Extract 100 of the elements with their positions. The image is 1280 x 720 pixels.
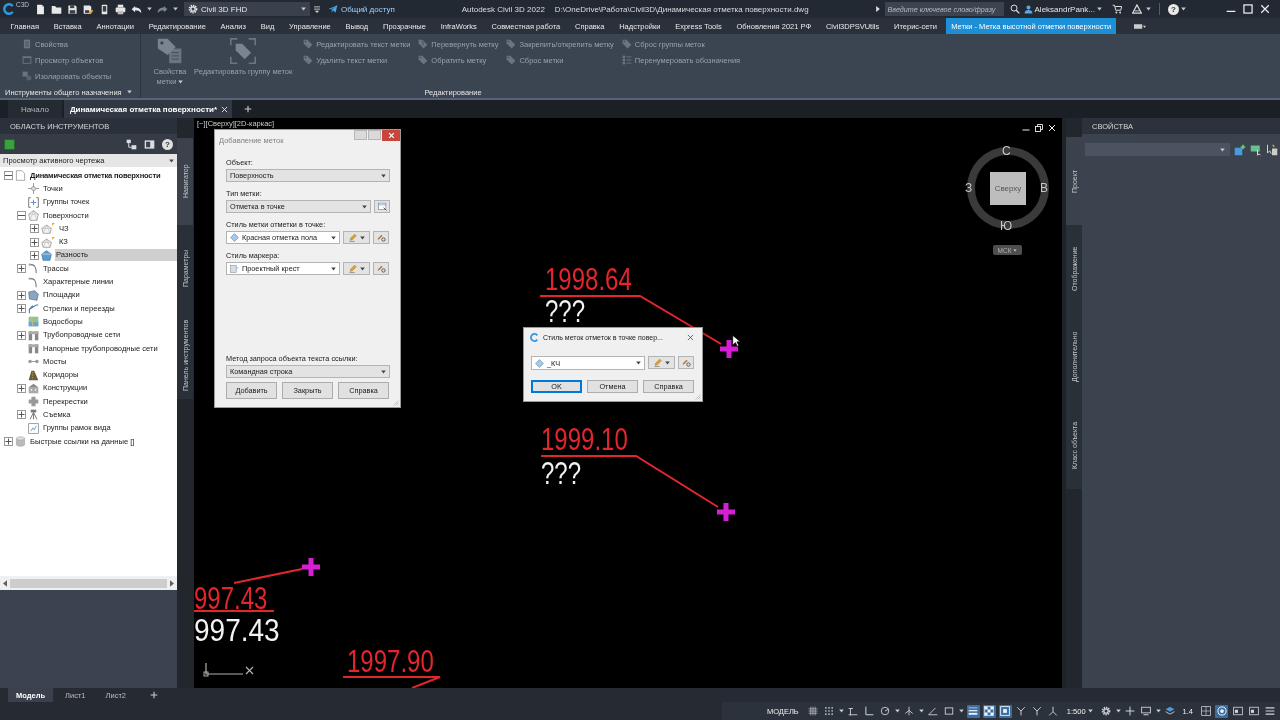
share-button[interactable]: Общий доступ bbox=[328, 4, 395, 14]
expand-toggle[interactable] bbox=[30, 250, 39, 260]
status-toggle[interactable] bbox=[902, 704, 916, 718]
panel-toggle-icon[interactable] bbox=[1134, 21, 1147, 31]
viewcube-face[interactable]: Сверху bbox=[990, 172, 1026, 205]
horizontal-scrollbar[interactable] bbox=[0, 576, 177, 590]
expand-toggle[interactable] bbox=[17, 330, 26, 340]
status-toggle[interactable] bbox=[1215, 704, 1228, 718]
maximize-icon[interactable] bbox=[1243, 4, 1253, 14]
caret-icon[interactable] bbox=[838, 709, 844, 713]
rectangle-cursor-icon[interactable] bbox=[1250, 143, 1262, 156]
tag-icon bbox=[621, 39, 632, 49]
plus-icon[interactable] bbox=[150, 691, 158, 699]
phone-icon[interactable] bbox=[99, 3, 110, 15]
expand-toggle[interactable] bbox=[17, 290, 26, 300]
expand-toggle[interactable] bbox=[30, 224, 39, 234]
status-toggle[interactable] bbox=[1199, 704, 1212, 718]
shapes-icon bbox=[22, 71, 32, 81]
print-icon[interactable] bbox=[115, 3, 126, 15]
caret-icon[interactable] bbox=[1146, 7, 1151, 11]
save-icon[interactable] bbox=[67, 3, 78, 15]
status-toggle[interactable] bbox=[1046, 704, 1060, 718]
app-logo-icon[interactable] bbox=[3, 3, 15, 15]
help-button[interactable]: ? bbox=[162, 138, 173, 150]
document-tab[interactable]: Начало bbox=[8, 100, 62, 118]
status-toggle[interactable] bbox=[1099, 704, 1113, 718]
caret-icon[interactable] bbox=[894, 709, 900, 713]
status-toggle[interactable] bbox=[942, 704, 956, 718]
fork-icon bbox=[1032, 706, 1043, 716]
compass-letter[interactable]: Ю bbox=[1000, 220, 1013, 232]
collapse-toggle[interactable] bbox=[4, 171, 13, 181]
customize-icon[interactable] bbox=[314, 5, 320, 13]
sheet-icon bbox=[22, 39, 32, 49]
document-tab[interactable]: Динамическая отметка поверхности* bbox=[63, 100, 233, 118]
status-toggle[interactable] bbox=[1014, 704, 1028, 718]
status-toggle[interactable] bbox=[862, 704, 876, 718]
caret-icon[interactable] bbox=[918, 709, 924, 713]
status-toggle[interactable] bbox=[1030, 704, 1044, 718]
right-angle-icon bbox=[864, 706, 875, 716]
compass-letter[interactable]: С bbox=[1002, 145, 1011, 157]
folder-icon[interactable] bbox=[51, 3, 62, 15]
compass-letter[interactable]: В bbox=[1040, 182, 1048, 194]
new-file-icon[interactable] bbox=[35, 3, 46, 15]
cursor-sheet-icon[interactable] bbox=[1266, 143, 1278, 156]
status-toggle[interactable] bbox=[878, 704, 892, 718]
details-button[interactable] bbox=[373, 231, 389, 244]
expand-toggle[interactable] bbox=[17, 383, 26, 393]
status-toggle[interactable] bbox=[806, 704, 820, 718]
cart-icon[interactable] bbox=[1112, 4, 1122, 14]
status-toggle[interactable] bbox=[998, 704, 1012, 718]
caret-icon[interactable] bbox=[958, 709, 964, 713]
save-as-icon[interactable] bbox=[83, 3, 94, 15]
workspace-dropdown[interactable]: Civil 3D FHD bbox=[184, 2, 310, 16]
expand-toggle[interactable] bbox=[30, 237, 39, 247]
collapse-toggle[interactable] bbox=[17, 211, 26, 221]
document-icon bbox=[15, 170, 26, 182]
grid-window-icon bbox=[1200, 706, 1211, 716]
caret-icon[interactable] bbox=[1155, 709, 1161, 713]
square-icon[interactable] bbox=[4, 138, 15, 150]
compass-letter[interactable]: З bbox=[965, 182, 973, 194]
user-menu[interactable]: AleksandrPank... bbox=[1023, 4, 1102, 14]
caret-icon[interactable] bbox=[147, 7, 152, 11]
expand-toggle[interactable] bbox=[17, 304, 26, 314]
caret-icon bbox=[1097, 7, 1102, 11]
panel-icon[interactable] bbox=[144, 138, 155, 150]
close-button[interactable] bbox=[382, 130, 400, 141]
plus-icon[interactable] bbox=[244, 105, 253, 113]
status-toggle[interactable] bbox=[1123, 704, 1137, 718]
triangle-icon[interactable] bbox=[1132, 4, 1142, 14]
hierarchy-icon[interactable] bbox=[126, 138, 137, 150]
scrollbar-thumb[interactable] bbox=[10, 578, 167, 588]
plus-square-icon[interactable] bbox=[1234, 143, 1246, 156]
caret-icon[interactable] bbox=[1115, 709, 1121, 713]
right-arrow-icon[interactable] bbox=[875, 6, 880, 12]
status-toggle[interactable] bbox=[822, 704, 836, 718]
tag-icon bbox=[303, 39, 314, 49]
help-button[interactable]: ? bbox=[1168, 3, 1179, 15]
status-toggle[interactable] bbox=[966, 704, 980, 718]
search-icon[interactable] bbox=[1009, 4, 1020, 14]
restore-icon[interactable] bbox=[1035, 124, 1043, 132]
status-toggle[interactable] bbox=[1139, 704, 1153, 718]
details-button[interactable] bbox=[678, 356, 694, 369]
drawing-area[interactable] bbox=[194, 118, 1062, 688]
caret-icon[interactable] bbox=[173, 7, 178, 11]
caret-icon[interactable] bbox=[1181, 7, 1186, 11]
status-toggle[interactable] bbox=[1163, 704, 1177, 718]
expand-toggle[interactable] bbox=[4, 437, 13, 447]
status-toggle[interactable] bbox=[982, 704, 996, 718]
caret-icon bbox=[664, 360, 670, 365]
line-corner-icon bbox=[848, 706, 859, 716]
diamond-icon bbox=[535, 358, 544, 368]
elevation-label: 997.43 bbox=[194, 586, 268, 611]
compass-ring[interactable] bbox=[966, 146, 1050, 230]
pipe-icon bbox=[28, 329, 39, 341]
status-toggle[interactable] bbox=[1247, 704, 1260, 718]
expand-toggle[interactable] bbox=[17, 264, 26, 274]
details-button[interactable] bbox=[373, 262, 389, 275]
expand-toggle[interactable] bbox=[17, 410, 26, 420]
status-toggle[interactable] bbox=[1231, 704, 1244, 718]
status-toggle[interactable] bbox=[1263, 704, 1276, 718]
